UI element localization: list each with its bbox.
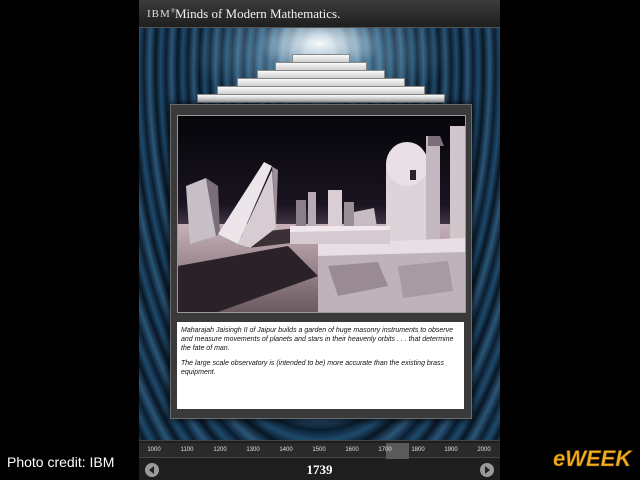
caption-paragraph: Maharajah Jaisingh II of Jaipur builds a… [181, 327, 454, 352]
photo-credit: Photo credit: IBM [7, 454, 115, 470]
year-tick[interactable]: 1400 [271, 447, 301, 453]
ibm-logo: IBM® [147, 8, 177, 20]
app-title: Minds of Modern Mathematics. [175, 6, 341, 21]
year-tick[interactable]: 1200 [205, 447, 235, 453]
app-window: IBM® Minds of Modern Mathematics. Mahara… [139, 0, 500, 480]
year-tick[interactable]: 1500 [304, 447, 334, 453]
event-card[interactable]: Maharajah Jaisingh II of Jaipur builds a… [170, 104, 472, 419]
timeline-bar: 1000 1100 1200 1300 1400 1500 1600 1700 … [139, 440, 500, 480]
year-tick[interactable]: 1800 [403, 447, 433, 453]
year-tick[interactable]: 1600 [337, 447, 367, 453]
selected-year: 1739 [306, 462, 333, 477]
next-button[interactable] [480, 463, 494, 477]
year-tick[interactable]: 1900 [436, 447, 466, 453]
event-caption: Maharajah Jaisingh II of Jaipur builds a… [177, 322, 464, 409]
year-tick[interactable]: 1300 [238, 447, 268, 453]
observatory-image [178, 116, 465, 312]
timeline-ruler[interactable]: 1000 1100 1200 1300 1400 1500 1600 1700 … [139, 443, 500, 459]
eweek-logo: eWEEK [553, 446, 634, 472]
title-bar: IBM® Minds of Modern Mathematics. [139, 0, 500, 28]
year-tick[interactable]: 1000 [139, 447, 169, 453]
year-tick[interactable]: 1700 [370, 447, 400, 453]
logo-text: eWEEK [553, 446, 633, 471]
stacked-card[interactable] [197, 94, 445, 103]
year-tick[interactable]: 2000 [469, 447, 499, 453]
caption-paragraph: The large scale observatory is (intended… [181, 360, 445, 376]
observatory-photo [177, 115, 466, 313]
year-tick[interactable]: 1100 [172, 447, 202, 453]
arrow-right-icon [485, 466, 490, 474]
